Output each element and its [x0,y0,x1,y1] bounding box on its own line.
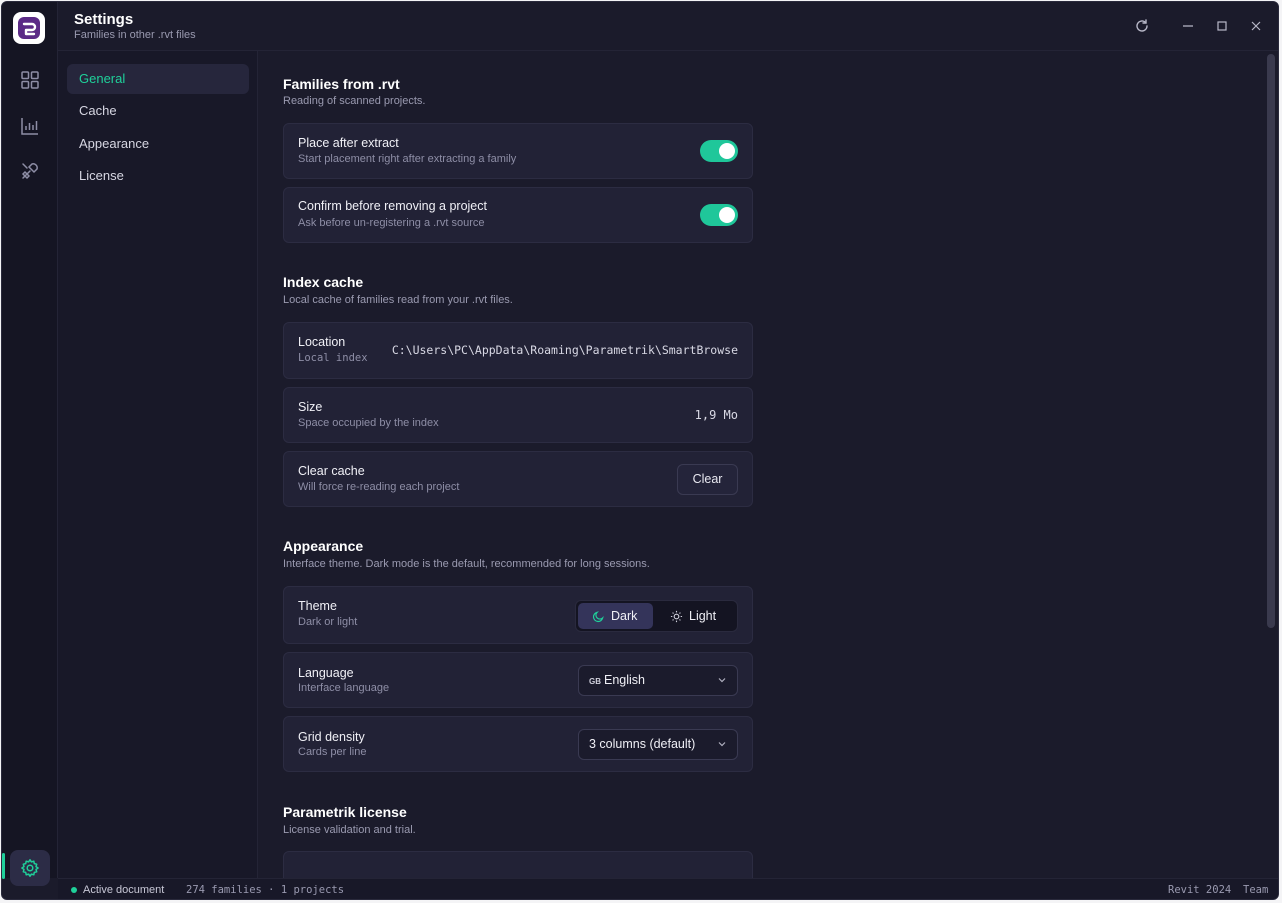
flag-gb-icon: GB [589,677,601,686]
theme-light-label: Light [689,609,717,623]
setting-label: Confirm before removing a project [298,199,487,213]
setting-sub: Start placement right after extracting a… [298,153,517,165]
section-desc-families: Reading of scanned projects. [283,95,426,107]
setting-label: Theme [298,599,337,613]
setting-sub: Will force re-reading each project [298,481,460,493]
cache-size-value: 1,9 Mo [694,408,738,422]
setting-sub: Local index [298,352,368,364]
chevron-down-icon [718,678,726,683]
page-title: Settings [74,11,134,28]
gear-icon[interactable] [10,850,50,886]
confirm-remove-toggle[interactable] [700,204,738,226]
active-indicator [2,853,5,879]
license-card [283,851,753,878]
maximize-icon[interactable] [1212,16,1232,36]
chart-icon[interactable] [14,110,46,142]
minimize-icon[interactable] [1178,16,1198,36]
clear-cache-button[interactable]: Clear [677,464,738,495]
nav-item-appearance[interactable]: Appearance [67,129,249,159]
refresh-icon[interactable] [1132,16,1152,36]
setting-clear-cache: Clear cache Will force re-reading each p… [283,451,753,507]
setting-place-after-extract: Place after extract Start placement righ… [283,123,753,179]
setting-label: Location [298,335,346,349]
section-title-license: Parametrik license [283,804,407,820]
app-window: Settings Families in other .rvt files Ge… [1,1,1279,900]
setting-grid-density: Grid density Cards per line 3 columns (d… [283,716,753,772]
icon-rail [2,2,58,886]
sun-icon [670,610,683,622]
language-select[interactable]: GB English [578,665,738,696]
nav-item-general[interactable]: General [67,64,249,94]
section-desc-appearance: Interface theme. Dark mode is the defaul… [283,558,650,570]
chevron-down-icon [718,742,726,747]
family-count: 274 families · 1 projects [186,884,345,896]
setting-sub: Interface language [298,682,390,694]
setting-sub: Cards per line [298,746,367,758]
grid-density-select[interactable]: 3 columns (default) [578,729,738,760]
settings-nav: General Cache Appearance License [58,51,258,878]
setting-sub: Space occupied by the index [298,417,439,429]
tools-icon[interactable] [14,155,46,187]
setting-language: Language Interface language GB English [283,652,753,708]
scrollbar[interactable] [1264,51,1278,878]
status-dot-icon [71,887,77,893]
setting-sub: Dark or light [298,616,358,628]
nav-item-cache[interactable]: Cache [67,96,249,126]
title-bar: Settings Families in other .rvt files [58,2,1278,51]
cache-path-value: C:\Users\PC\AppData\Roaming\Parametrik\S… [391,343,738,357]
grid-density-value: 3 columns (default) [589,737,696,751]
settings-content: Families from .rvt Reading of scanned pr… [259,51,1262,878]
setting-label: Clear cache [298,464,365,478]
active-document-status: Active document [83,884,165,896]
setting-confirm-remove: Confirm before removing a project Ask be… [283,187,753,243]
grid-icon[interactable] [14,64,46,96]
theme-dark-label: Dark [611,609,638,623]
section-desc-license: License validation and trial. [283,824,416,836]
setting-sub: Ask before un-registering a .rvt source [298,217,485,229]
section-title-appearance: Appearance [283,538,364,554]
setting-theme: Theme Dark or light Dark Light [283,586,753,644]
theme-switch: Dark Light [575,600,738,632]
app-logo-icon [13,12,45,44]
setting-label: Grid density [298,730,365,744]
section-title-families: Families from .rvt [283,76,400,92]
theme-light-option[interactable]: Light [656,603,736,629]
scrollbar-thumb[interactable] [1267,54,1275,628]
section-desc-cache: Local cache of families read from your .… [283,294,513,306]
theme-dark-option[interactable]: Dark [578,603,653,629]
moon-icon [592,610,604,622]
setting-cache-location: Location Local index C:\Users\PC\AppData… [283,322,753,379]
status-bar: Active document 274 families · 1 project… [58,878,1278,899]
nav-item-license[interactable]: License [67,161,249,191]
revit-version: Revit 2024 [1168,884,1232,896]
page-subtitle: Families in other .rvt files [74,29,196,41]
license-tier: Team [1243,884,1269,896]
setting-label: Language [298,666,354,680]
section-title-cache: Index cache [283,274,364,290]
close-icon[interactable] [1246,16,1266,36]
setting-label: Size [298,400,323,414]
setting-cache-size: Size Space occupied by the index 1,9 Mo [283,387,753,443]
place-after-extract-toggle[interactable] [700,140,738,162]
language-value: English [604,673,645,687]
setting-label: Place after extract [298,136,399,150]
